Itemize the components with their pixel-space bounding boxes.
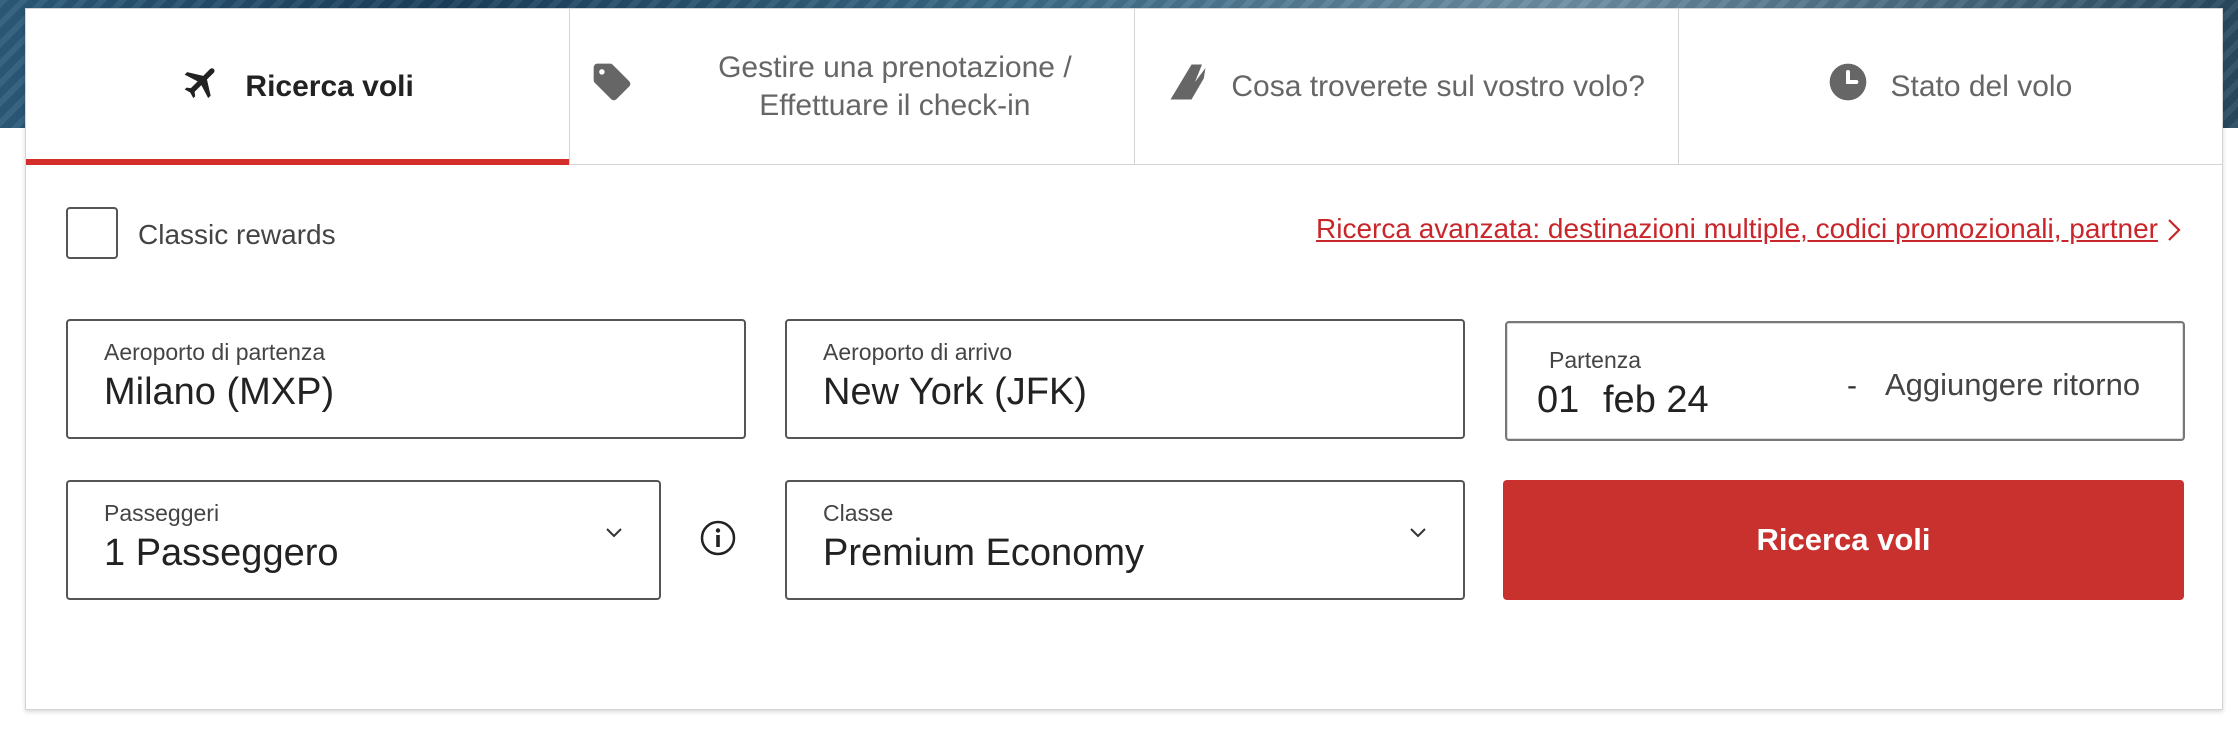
add-return-button[interactable]: Aggiungere ritorno [1885, 367, 2140, 403]
departure-day: 01 [1537, 379, 1580, 421]
tab-ricerca-voli[interactable]: Ricerca voli [26, 9, 571, 165]
tab-gestire-prenotazione[interactable]: Gestire una prenotazione / Effettuare il… [570, 9, 1135, 164]
options-row: Classic rewards Ricerca avanzata: destin… [66, 207, 2182, 263]
departure-date-label: Partenza [1549, 347, 1642, 373]
cabin-class-label: Classe [823, 500, 894, 526]
tail-fin-icon [1167, 60, 1209, 114]
tag-icon [590, 60, 634, 114]
passengers-label: Passeggeri [104, 500, 220, 526]
tab-label: Ricerca voli [245, 69, 414, 103]
tab-label: Stato del volo [1890, 69, 2073, 103]
arrival-airport-field[interactable]: Aeroporto di arrivo New York (JFK) [785, 319, 1465, 439]
classic-rewards-checkbox[interactable] [66, 207, 118, 259]
departure-value: Milano (MXP) [104, 371, 335, 413]
cabin-class-value: Premium Economy [823, 532, 1144, 574]
arrival-label: Aeroporto di arrivo [823, 339, 1013, 365]
passengers-value: 1 Passeggero [104, 532, 339, 574]
arrival-value: New York (JFK) [823, 371, 1087, 413]
tab-bar: Ricerca voli Gestire una prenotazione / … [26, 9, 2222, 165]
departure-month-year: feb 24 [1603, 379, 1709, 421]
date-field[interactable]: Partenza 01 feb 24 - Aggiungere ritorno [1505, 321, 2185, 441]
date-separator: - [1847, 369, 1857, 402]
chevron-down-icon [605, 526, 623, 544]
search-flights-button[interactable]: Ricerca voli [1503, 480, 2184, 600]
info-icon[interactable] [699, 519, 737, 562]
tab-cosa-troverete[interactable]: Cosa troverete sul vostro volo? [1135, 9, 1679, 164]
advanced-search-link[interactable]: Ricerca avanzata: destinazioni multiple,… [1316, 213, 2158, 245]
clock-icon [1828, 62, 1868, 112]
tab-label: Cosa troverete sul vostro volo? [1231, 69, 1645, 103]
departure-label: Aeroporto di partenza [104, 339, 326, 365]
chevron-right-icon[interactable] [2166, 217, 2182, 248]
passengers-select[interactable]: Passeggeri 1 Passeggero [66, 480, 661, 600]
tab-stato-volo[interactable]: Stato del volo [1679, 9, 2222, 164]
tab-label: Gestire una prenotazione / Effettuare il… [718, 50, 1072, 122]
airplane-icon [181, 61, 223, 113]
flight-search-card: Ricerca voli Gestire una prenotazione / … [25, 8, 2223, 710]
classic-rewards-label: Classic rewards [138, 219, 336, 250]
departure-airport-field[interactable]: Aeroporto di partenza Milano (MXP) [66, 319, 746, 439]
cabin-class-select[interactable]: Classe Premium Economy [785, 480, 1465, 600]
chevron-down-icon [1409, 526, 1427, 544]
